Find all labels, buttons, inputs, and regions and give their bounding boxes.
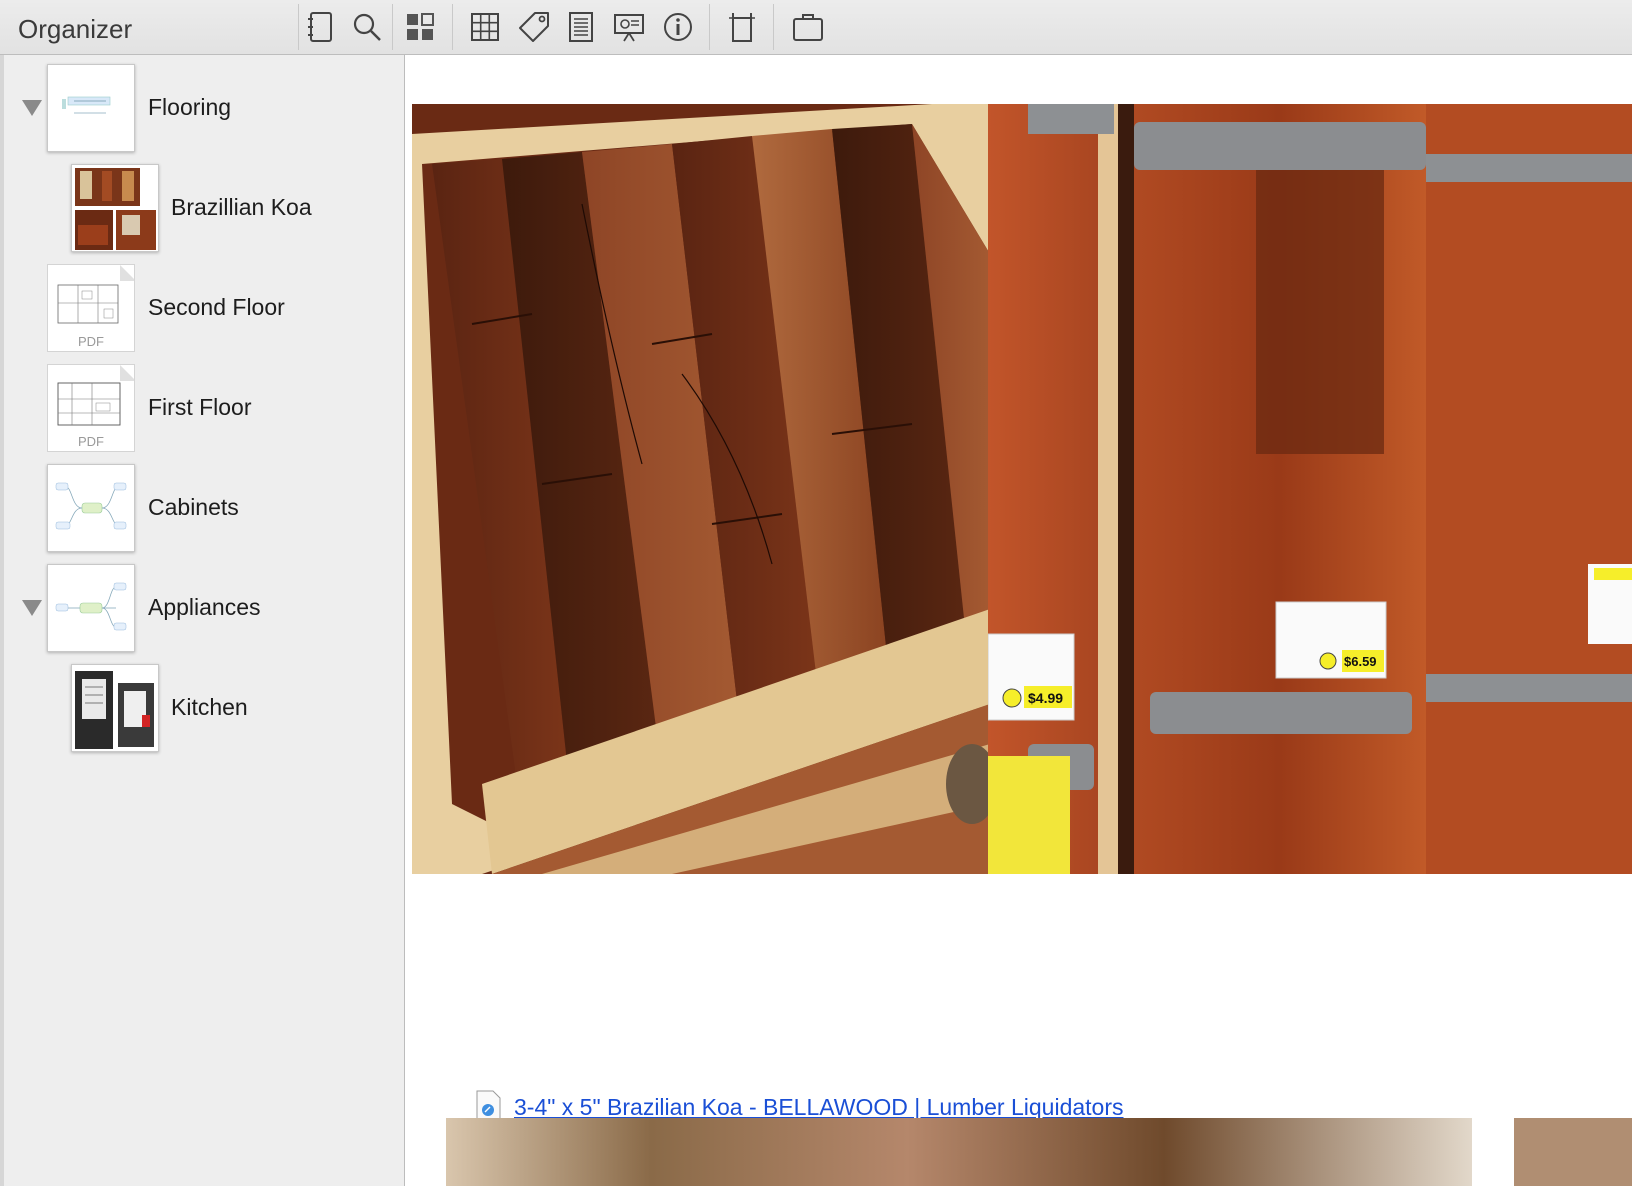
sidebar-item-label: Cabinets <box>148 494 239 520</box>
mindmap-thumbnail <box>47 564 135 652</box>
mindmap-thumbnail <box>47 64 135 152</box>
sidebar-item-kitchen[interactable]: Kitchen <box>4 660 405 760</box>
columns-button[interactable] <box>720 4 764 50</box>
flooring-photo-image <box>412 104 990 874</box>
price-tag-6-59: $6.59 <box>1344 654 1377 669</box>
price-tag-4-99: $4.99 <box>1028 690 1063 706</box>
samples-photo[interactable]: $4.99 $6.59 <box>988 104 1632 874</box>
pdf-thumbnail: PDF <box>47 264 135 352</box>
sidebar-item-flooring[interactable]: Flooring <box>4 60 405 160</box>
pdf-thumbnail: PDF <box>47 364 135 452</box>
notebook-button[interactable] <box>298 4 342 50</box>
notes-button[interactable] <box>559 4 603 50</box>
tag-button[interactable] <box>512 4 556 50</box>
photos-thumbnail <box>71 164 159 252</box>
sidebar-item-second-floor[interactable]: PDF Second Floor <box>4 260 405 360</box>
thumbnails-icon <box>407 13 434 40</box>
photos-thumbnail <box>71 664 159 752</box>
sidebar-item-label: Flooring <box>148 94 232 120</box>
thumbnails-button[interactable] <box>398 4 442 50</box>
toolbar-separator <box>452 4 453 50</box>
notes-icon <box>569 12 593 42</box>
notebook-icon <box>308 12 332 42</box>
toolbar: Organizer <box>0 0 1632 55</box>
web-link[interactable]: 3-4" x 5" Brazilian Koa - BELLAWOOD | Lu… <box>514 1094 1124 1121</box>
sidebar-item-label: Second Floor <box>148 294 285 320</box>
info-icon <box>664 13 692 41</box>
bottom-photo-partial[interactable] <box>446 1118 1472 1186</box>
pdf-badge: PDF <box>78 434 104 449</box>
info-button[interactable] <box>656 4 700 50</box>
flooring-photo[interactable] <box>412 104 990 874</box>
sidebar-item-appliances[interactable]: Appliances <box>4 560 405 660</box>
briefcase-button[interactable] <box>786 4 830 50</box>
presentation-button[interactable] <box>607 4 651 50</box>
toolbar-separator <box>773 4 774 50</box>
note-content[interactable]: $4.99 $6.59 3-4" x 5" Brazilian Koa - BE… <box>406 55 1632 1186</box>
sidebar-item-label: Kitchen <box>171 694 248 720</box>
mindmap-thumbnail <box>47 464 135 552</box>
search-icon <box>353 13 381 41</box>
presentation-icon <box>614 14 644 42</box>
briefcase-icon <box>793 14 823 41</box>
bottom-photo-partial-right[interactable] <box>1514 1118 1632 1186</box>
sidebar-item-label: Appliances <box>148 594 261 620</box>
pdf-badge: PDF <box>78 334 104 349</box>
columns-icon <box>729 13 755 42</box>
toolbar-separator <box>392 4 393 50</box>
sidebar-item-label: First Floor <box>148 394 252 420</box>
organizer-sidebar: Flooring Brazillian Koa PDF Second Floor… <box>0 55 405 1186</box>
grid-button[interactable] <box>463 4 507 50</box>
app-window: Organizer Flooring Brazillian Koa PDF Se… <box>0 0 1632 1186</box>
search-button[interactable] <box>345 4 389 50</box>
samples-photo-image: $4.99 $6.59 <box>988 104 1632 874</box>
sidebar-item-cabinets[interactable]: Cabinets <box>4 460 405 560</box>
grid-icon <box>471 13 499 41</box>
tag-icon <box>519 12 549 42</box>
sidebar-item-brazillian-koa[interactable]: Brazillian Koa <box>4 160 405 260</box>
disclosure-triangle[interactable] <box>22 100 42 116</box>
toolbar-separator <box>709 4 710 50</box>
disclosure-triangle[interactable] <box>22 600 42 616</box>
sidebar-item-label: Brazillian Koa <box>171 194 312 220</box>
organizer-title: Organizer <box>18 14 133 44</box>
sidebar-item-first-floor[interactable]: PDF First Floor <box>4 360 405 460</box>
